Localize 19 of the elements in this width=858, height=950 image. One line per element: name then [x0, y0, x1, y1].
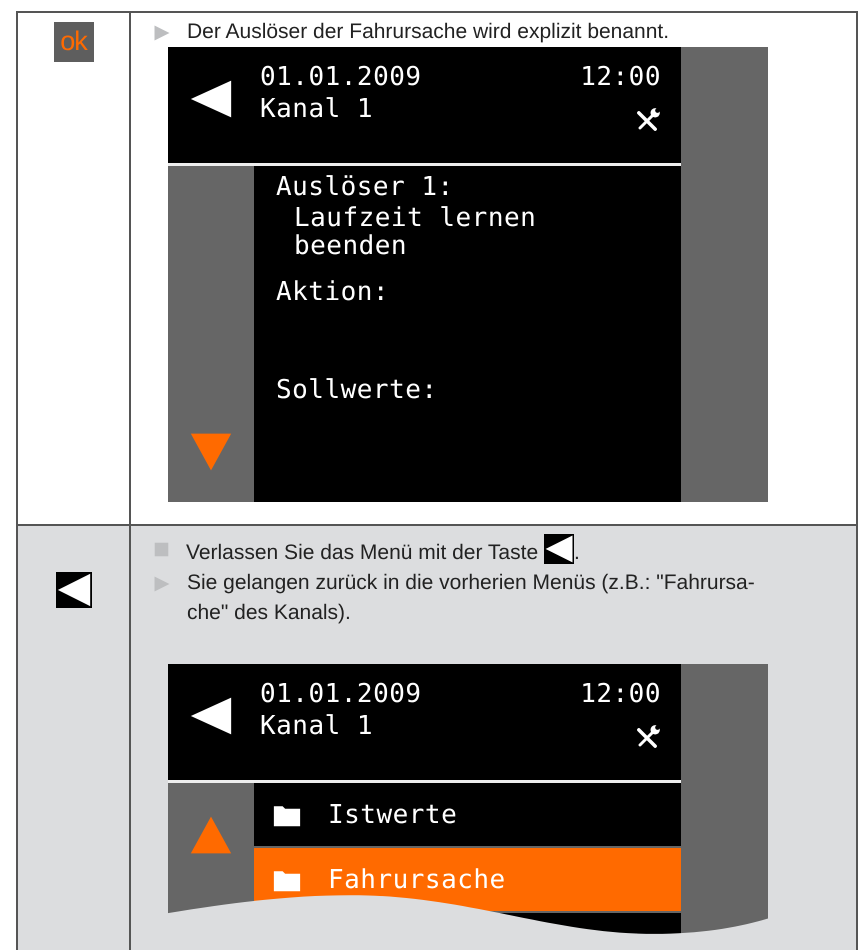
field-value: beenden — [293, 232, 408, 260]
date-text: 01.01.2009 — [260, 61, 422, 93]
date-text: 01.01.2009 — [260, 678, 422, 710]
time-text: 12:00 — [580, 678, 661, 710]
channel-text: Kanal 1 — [260, 710, 374, 742]
channel-text: Kanal 1 — [260, 93, 374, 125]
square-bullet-icon — [153, 541, 170, 558]
field-label: Auslöser 1: — [276, 171, 455, 204]
back-key-icon — [56, 570, 92, 610]
instruction-text: Der Auslöser der Fahrursache wird explizit benannt. — [187, 19, 670, 45]
time-text: 12:00 — [580, 61, 661, 93]
instruction-text: Sie gelangen zurück in die vorherien Menüs (z.B.: "Fahrursa- che" des Kanals). — [187, 570, 756, 626]
triangle-bullet-icon — [153, 24, 171, 42]
triangle-bullet-icon — [153, 575, 171, 593]
ok-key-icon: ok — [54, 22, 94, 62]
field-label: Aktion: — [276, 276, 390, 309]
field-value: Laufzeit lernen — [293, 204, 538, 232]
instruction-text: Verlassen Sie das Menü mit der Taste . — [186, 534, 848, 568]
field-label: Sollwerte: — [276, 374, 439, 407]
